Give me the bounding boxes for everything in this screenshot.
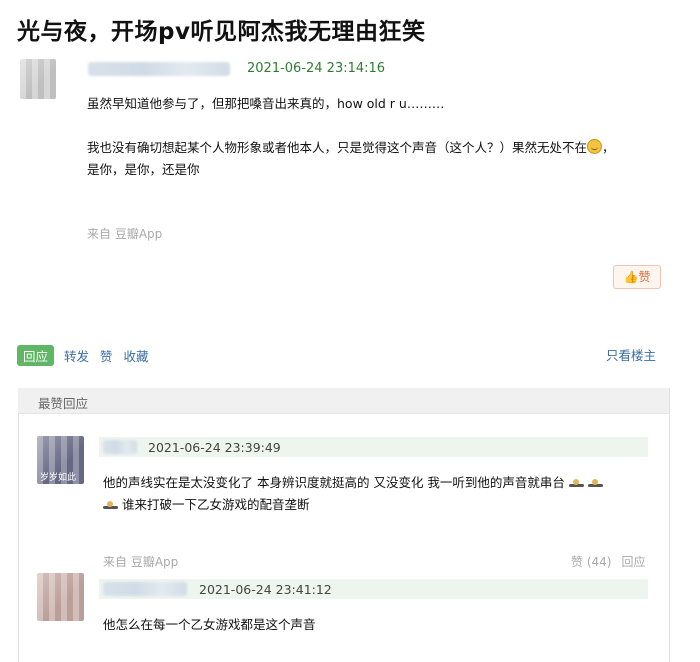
forward-link[interactable]: 转发 — [64, 346, 89, 365]
reply-1-timestamp: 2021-06-24 23:39:49 — [148, 440, 281, 455]
post-source[interactable]: 来自 豆瓣App — [87, 225, 162, 242]
post-like-label: 赞 — [638, 270, 651, 284]
reply-2-text: 他怎么在每一个乙女游戏都是这个声音 — [103, 617, 316, 632]
sweat-emoji-icon — [103, 501, 118, 510]
post-paragraph-2-tail: ， — [602, 140, 615, 155]
reply-1-line-2-row: 谁来打破一下乙女游戏的配音垄断 — [103, 494, 310, 516]
only-op-link[interactable]: 只看楼主 — [606, 345, 656, 364]
reply-1-avatar-text: 岁岁如此 — [40, 473, 77, 483]
post-timestamp: 2021-06-24 23:14:16 — [247, 61, 386, 76]
reply-2-author-name[interactable] — [103, 582, 187, 596]
action-bar: 回应 转发赞收藏 — [17, 345, 160, 366]
reply-1-actions: 赞 (44) 回应 — [571, 553, 655, 570]
post-paragraph-2: 我也没有确切想起某个人物形象或者他本人，只是觉得这个声音（这个人？）果然无处不在… — [87, 137, 667, 159]
post-title: 光与夜，开场pv听见阿杰我无理由狂笑 — [17, 19, 426, 45]
reply-1-line-1: 他的声线实在是太没变化了 本身辨识度就挺高的 又没变化 我一听到他的声音就串台 — [103, 475, 565, 490]
reply-1-like-link[interactable]: 赞 (44) — [571, 555, 611, 569]
reply-button[interactable]: 回应 — [17, 345, 55, 366]
author-name[interactable] — [88, 62, 230, 76]
reply-1-source[interactable]: 来自 豆瓣App — [103, 553, 178, 570]
author-avatar[interactable] — [20, 59, 56, 99]
collect-link[interactable]: 收藏 — [124, 346, 149, 365]
post-paragraph-2-line-1: 我也没有确切想起某个人物形象或者他本人，只是觉得这个声音（这个人？）果然无处不在 — [87, 140, 588, 155]
like-link[interactable]: 赞 — [100, 346, 113, 365]
thumbs-up-icon: 👍 — [623, 270, 639, 284]
post-paragraph-3: 是你，是你，还是你 — [87, 162, 200, 177]
reply-1-line-2: 谁来打破一下乙女游戏的配音垄断 — [122, 497, 310, 512]
reply-1-text: 他的声线实在是太没变化了 本身辨识度就挺高的 又没变化 我一听到他的声音就串台 — [103, 472, 663, 494]
reply-1-author-name[interactable] — [103, 440, 137, 454]
post-like-button[interactable]: 👍赞 — [613, 265, 661, 289]
post-paragraph-1: 虽然早知道他参与了，但那把嗓音出来真的，how old r u……… — [87, 96, 445, 111]
reply-2-timestamp: 2021-06-24 23:41:12 — [199, 582, 332, 597]
reply-2-avatar[interactable] — [37, 573, 84, 621]
sweat-emoji-icon — [587, 479, 603, 488]
reply-1-avatar[interactable]: 岁岁如此 — [37, 436, 84, 484]
sweat-emoji-icon — [568, 479, 584, 488]
hot-replies-header — [18, 388, 669, 414]
hot-replies-title: 最赞回应 — [38, 396, 89, 411]
smile-icon — [587, 139, 603, 154]
reply-1-reply-link[interactable]: 回应 — [621, 555, 645, 569]
